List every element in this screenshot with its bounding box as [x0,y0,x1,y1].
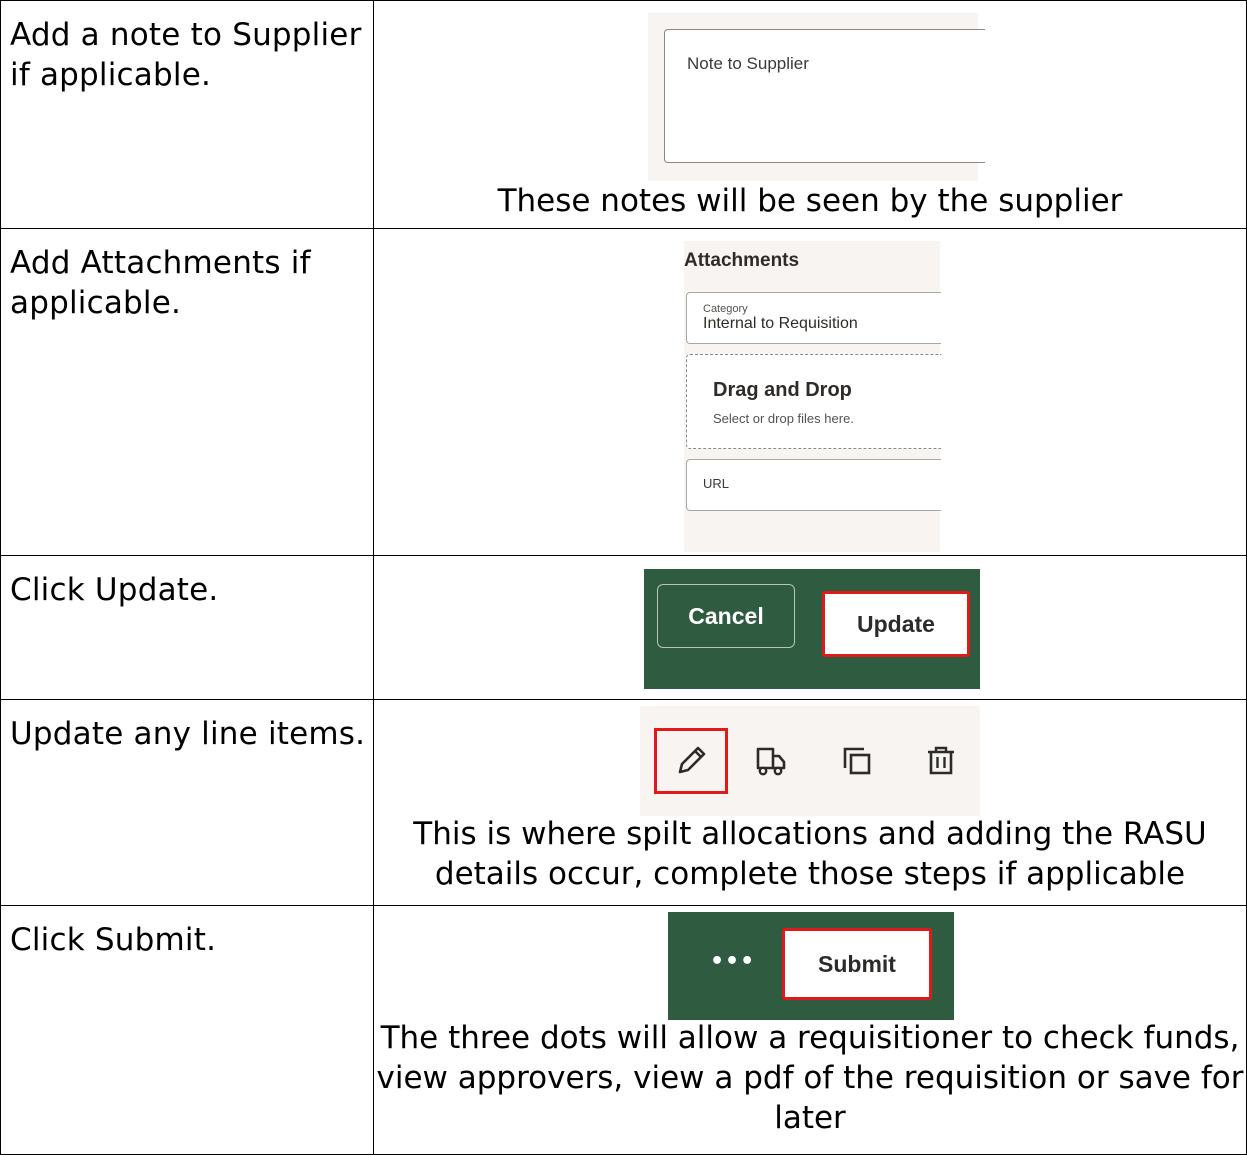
table-row: Add Attachments if applicable. Attachmen… [0,228,1247,556]
step-cell: Add Attachments if applicable. [0,228,374,556]
step-cell: Click Submit. [0,905,374,1155]
submit-button[interactable]: Submit [782,928,932,1000]
update-button[interactable]: Update [822,591,970,657]
illustration-cell: Note to Supplier These notes will be see… [373,0,1247,229]
category-label: Category [703,303,748,315]
caption: The three dots will allow a requisitione… [376,1020,1244,1136]
caption: These notes will be seen by the supplier [497,183,1123,219]
url-field[interactable]: URL [686,459,941,511]
submit-screenshot: ••• Submit [668,912,954,1020]
url-label: URL [703,476,730,491]
step-text: Click Update. [10,572,219,608]
note-to-supplier-label: Note to Supplier [687,54,809,73]
cancel-button[interactable]: Cancel [657,584,795,648]
step-text: Click Submit. [10,922,217,958]
trash-icon[interactable] [904,728,978,794]
pencil-edit-icon[interactable] [654,728,728,794]
duplicate-icon[interactable] [820,728,894,794]
table-row: Add a note to Supplier if applicable. No… [0,0,1247,229]
update-buttons-screenshot: Cancel Update [644,569,980,689]
step-cell: Update any line items. [0,699,374,906]
instruction-table: Add a note to Supplier if applicable. No… [0,0,1247,1155]
category-value: Internal to Requisition [703,315,858,332]
category-select[interactable]: Category Internal to Requisition [686,292,941,344]
truck-icon[interactable] [734,728,808,794]
drag-and-drop-hint: Select or drop files here. [713,411,854,426]
table-row: Click Submit. ••• Submit The three dots … [0,905,1247,1155]
step-cell: Click Update. [0,555,374,700]
drag-and-drop-title: Drag and Drop [713,379,852,401]
line-item-actions-screenshot [640,706,980,816]
caption: This is where spilt allocations and addi… [413,816,1207,892]
table-row: Update any line items. This is where spi… [0,699,1247,906]
attachments-title: Attachments [684,250,800,271]
note-to-supplier-screenshot: Note to Supplier [648,13,985,181]
illustration-cell: ••• Submit The three dots will allow a r… [373,905,1247,1155]
note-to-supplier-field[interactable]: Note to Supplier [664,29,985,163]
step-text: Add Attachments if applicable. [10,245,311,321]
illustration-cell: This is where spilt allocations and addi… [373,699,1247,906]
attachments-screenshot: Attachments Category Internal to Requisi… [684,241,941,552]
illustration-cell: Cancel Update [373,555,1247,700]
drag-and-drop-zone[interactable]: Drag and Drop Select or drop files here. [686,354,941,449]
more-actions-button[interactable]: ••• [710,951,755,973]
step-cell: Add a note to Supplier if applicable. [0,0,374,229]
illustration-cell: Attachments Category Internal to Requisi… [373,228,1247,556]
table-row: Click Update. Cancel Update [0,555,1247,700]
step-text: Update any line items. [10,716,366,752]
step-text: Add a note to Supplier if applicable. [10,17,362,93]
